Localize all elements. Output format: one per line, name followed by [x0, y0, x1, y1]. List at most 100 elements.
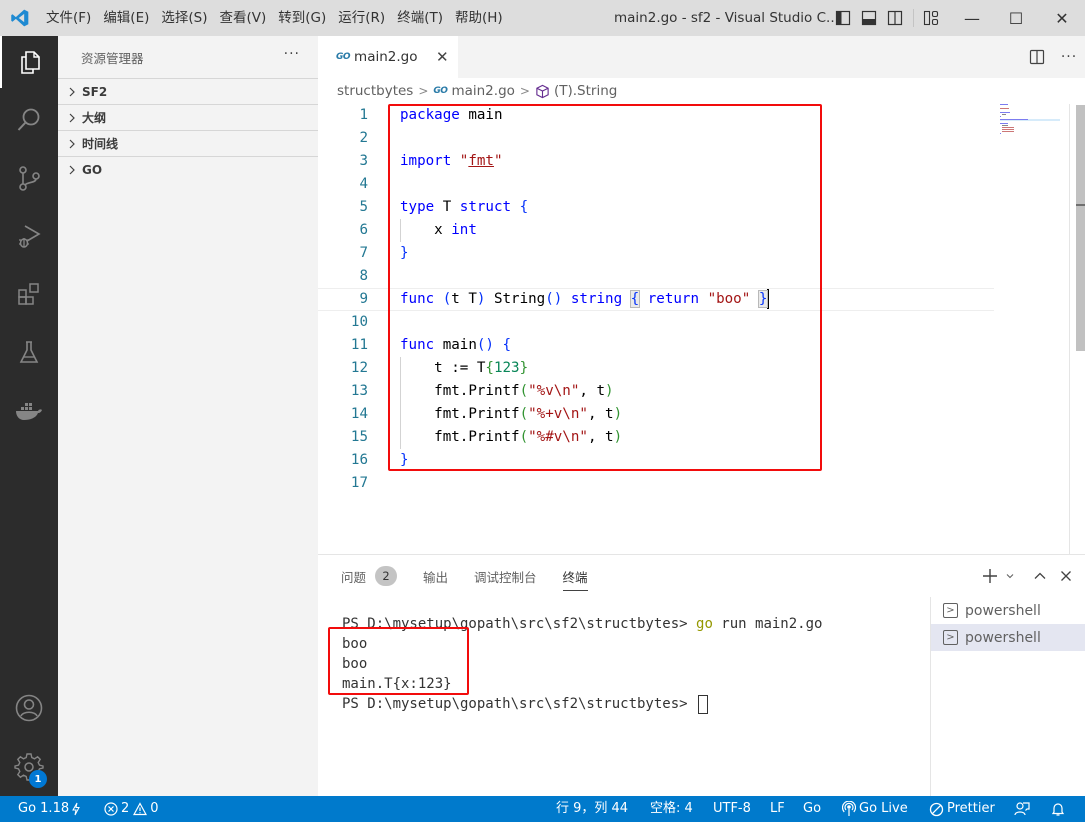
keyword: struct	[459, 199, 512, 215]
chevron-right-icon: >	[418, 84, 429, 98]
code-line-14: 14 fmt.Printf("%+v\n", t)	[318, 403, 994, 426]
section-go[interactable]: GO	[58, 156, 318, 182]
extensions-icon[interactable]	[0, 268, 58, 320]
code-text: main	[459, 107, 503, 123]
tab-debug-console[interactable]: 调试控制台	[474, 555, 537, 597]
minimap[interactable]	[1000, 104, 1060, 164]
more-actions-icon[interactable]: ···	[1053, 49, 1085, 65]
terminal-icon: >	[943, 630, 958, 645]
close-panel-icon[interactable]	[1053, 569, 1079, 583]
bottom-panel: 问题 2 输出 调试控制台 终端 PS D:\mysetup\gopath\sr…	[318, 554, 1085, 797]
scrollbar-thumb[interactable]	[1076, 105, 1085, 351]
maximize-panel-icon[interactable]	[1027, 569, 1053, 583]
menu-help[interactable]: 帮助(H)	[449, 0, 509, 36]
editor-vertical-scrollbar[interactable]	[1069, 104, 1085, 554]
split-editor-icon[interactable]	[1021, 49, 1053, 65]
more-actions-icon[interactable]: ···	[284, 46, 300, 62]
toggle-panel-icon[interactable]	[856, 0, 882, 36]
tab-problems[interactable]: 问题 2	[341, 555, 398, 597]
accounts-icon[interactable]	[0, 682, 58, 734]
tab-label: 问题	[341, 569, 367, 585]
breadcrumb-folder[interactable]: structbytes	[337, 83, 413, 99]
cursor-position-status[interactable]: 行 9，列 44	[556, 796, 628, 822]
terminal-item-powershell-1[interactable]: > powershell	[931, 597, 1085, 624]
string: "%v\n"	[528, 383, 580, 399]
eol-status[interactable]: LF	[770, 796, 785, 822]
import-path: fmt	[468, 153, 494, 169]
vscode-logo-icon[interactable]	[0, 0, 40, 36]
go-live-label: Go Live	[859, 801, 908, 816]
breadcrumb: structbytes > GO main2.go > (T).String	[318, 78, 1085, 104]
problems-status[interactable]: 2 0	[104, 796, 159, 822]
code-text: t := T	[400, 360, 486, 376]
code-text: T	[434, 199, 460, 215]
chevron-right-icon	[64, 139, 80, 149]
search-icon[interactable]	[0, 94, 58, 146]
bracket-match: {	[629, 290, 641, 308]
section-sf2[interactable]: SF2	[58, 78, 318, 104]
maximize-button[interactable]: ☐	[993, 0, 1039, 36]
feedback-icon[interactable]	[1014, 796, 1033, 822]
menu-terminal[interactable]: 终端(T)	[391, 0, 449, 36]
tab-terminal[interactable]: 终端	[562, 555, 588, 597]
code-text: , t	[587, 429, 614, 445]
error-icon	[104, 802, 118, 816]
line-number: 13	[350, 383, 368, 399]
customize-layout-icon[interactable]	[918, 0, 944, 36]
go-version-status[interactable]: Go 1.18	[18, 796, 84, 822]
run-debug-icon[interactable]	[0, 210, 58, 262]
section-timeline[interactable]: 时间线	[58, 130, 318, 156]
menu-go[interactable]: 转到(G)	[272, 0, 332, 36]
bracket-match: }	[757, 290, 769, 308]
explorer-icon[interactable]	[0, 36, 58, 88]
language-mode-status[interactable]: Go	[803, 796, 821, 822]
close-tab-icon[interactable]: ✕	[436, 48, 449, 66]
docker-icon[interactable]	[0, 384, 58, 436]
manage-gear-icon[interactable]: 1	[0, 740, 58, 792]
terminal-line: boo	[342, 656, 368, 672]
menu-file[interactable]: 文件(F)	[40, 0, 97, 36]
menu-selection[interactable]: 选择(S)	[155, 0, 213, 36]
prettier-status[interactable]: Prettier	[929, 796, 995, 822]
terminal-dropdown-icon[interactable]	[1003, 571, 1017, 581]
terminal-item-powershell-2[interactable]: > powershell	[931, 624, 1085, 651]
terminal-name: powershell	[965, 602, 1041, 619]
toggle-sidebar-icon[interactable]	[830, 0, 856, 36]
menu-run[interactable]: 运行(R)	[332, 0, 391, 36]
line-number: 15	[350, 429, 368, 445]
warning-icon	[133, 802, 148, 816]
tab-main2-go[interactable]: GO main2.go ✕	[318, 36, 458, 78]
indentation-status[interactable]: 空格: 4	[650, 796, 693, 822]
menu-edit[interactable]: 编辑(E)	[97, 0, 155, 36]
prompt: PS D:\mysetup\gopath\src\sf2\structbytes…	[342, 696, 697, 712]
terminal-icon: >	[943, 603, 958, 618]
explorer-sidebar: 资源管理器 ··· SF2 大纲 时间线 GO	[58, 36, 318, 796]
brace: {	[485, 360, 494, 376]
prettier-label: Prettier	[947, 801, 995, 816]
menu-view[interactable]: 查看(V)	[214, 0, 273, 36]
window-title: main2.go - sf2 - Visual Studio C...	[614, 10, 839, 26]
editor-tabs: GO main2.go ✕ ···	[318, 36, 1085, 78]
breadcrumb-symbol[interactable]: (T).String	[554, 83, 617, 99]
new-terminal-icon[interactable]	[977, 567, 1003, 585]
go-version: Go 1.18	[18, 801, 70, 816]
breadcrumb-file[interactable]: main2.go	[451, 83, 514, 99]
close-window-button[interactable]: ✕	[1039, 0, 1085, 36]
section-outline[interactable]: 大纲	[58, 104, 318, 130]
testing-icon[interactable]	[0, 326, 58, 378]
notifications-bell-icon[interactable]	[1050, 796, 1069, 822]
code-editor[interactable]: 1 package main 2 3 import "fmt" 4 5 type…	[318, 104, 1085, 554]
encoding-status[interactable]: UTF-8	[713, 796, 751, 822]
terminal-output[interactable]: PS D:\mysetup\gopath\src\sf2\structbytes…	[318, 597, 930, 797]
paren: )	[605, 383, 614, 399]
string: "%#v\n"	[528, 429, 588, 445]
tab-output[interactable]: 输出	[423, 555, 448, 597]
source-control-icon[interactable]	[0, 152, 58, 204]
minimize-button[interactable]: —	[949, 0, 995, 36]
toggle-secondary-sidebar-icon[interactable]	[882, 0, 908, 36]
go-live-status[interactable]: Go Live	[842, 796, 908, 822]
code-line-12: 12 t := T{123}	[318, 357, 994, 380]
code-line-1: 1 package main	[318, 104, 994, 127]
